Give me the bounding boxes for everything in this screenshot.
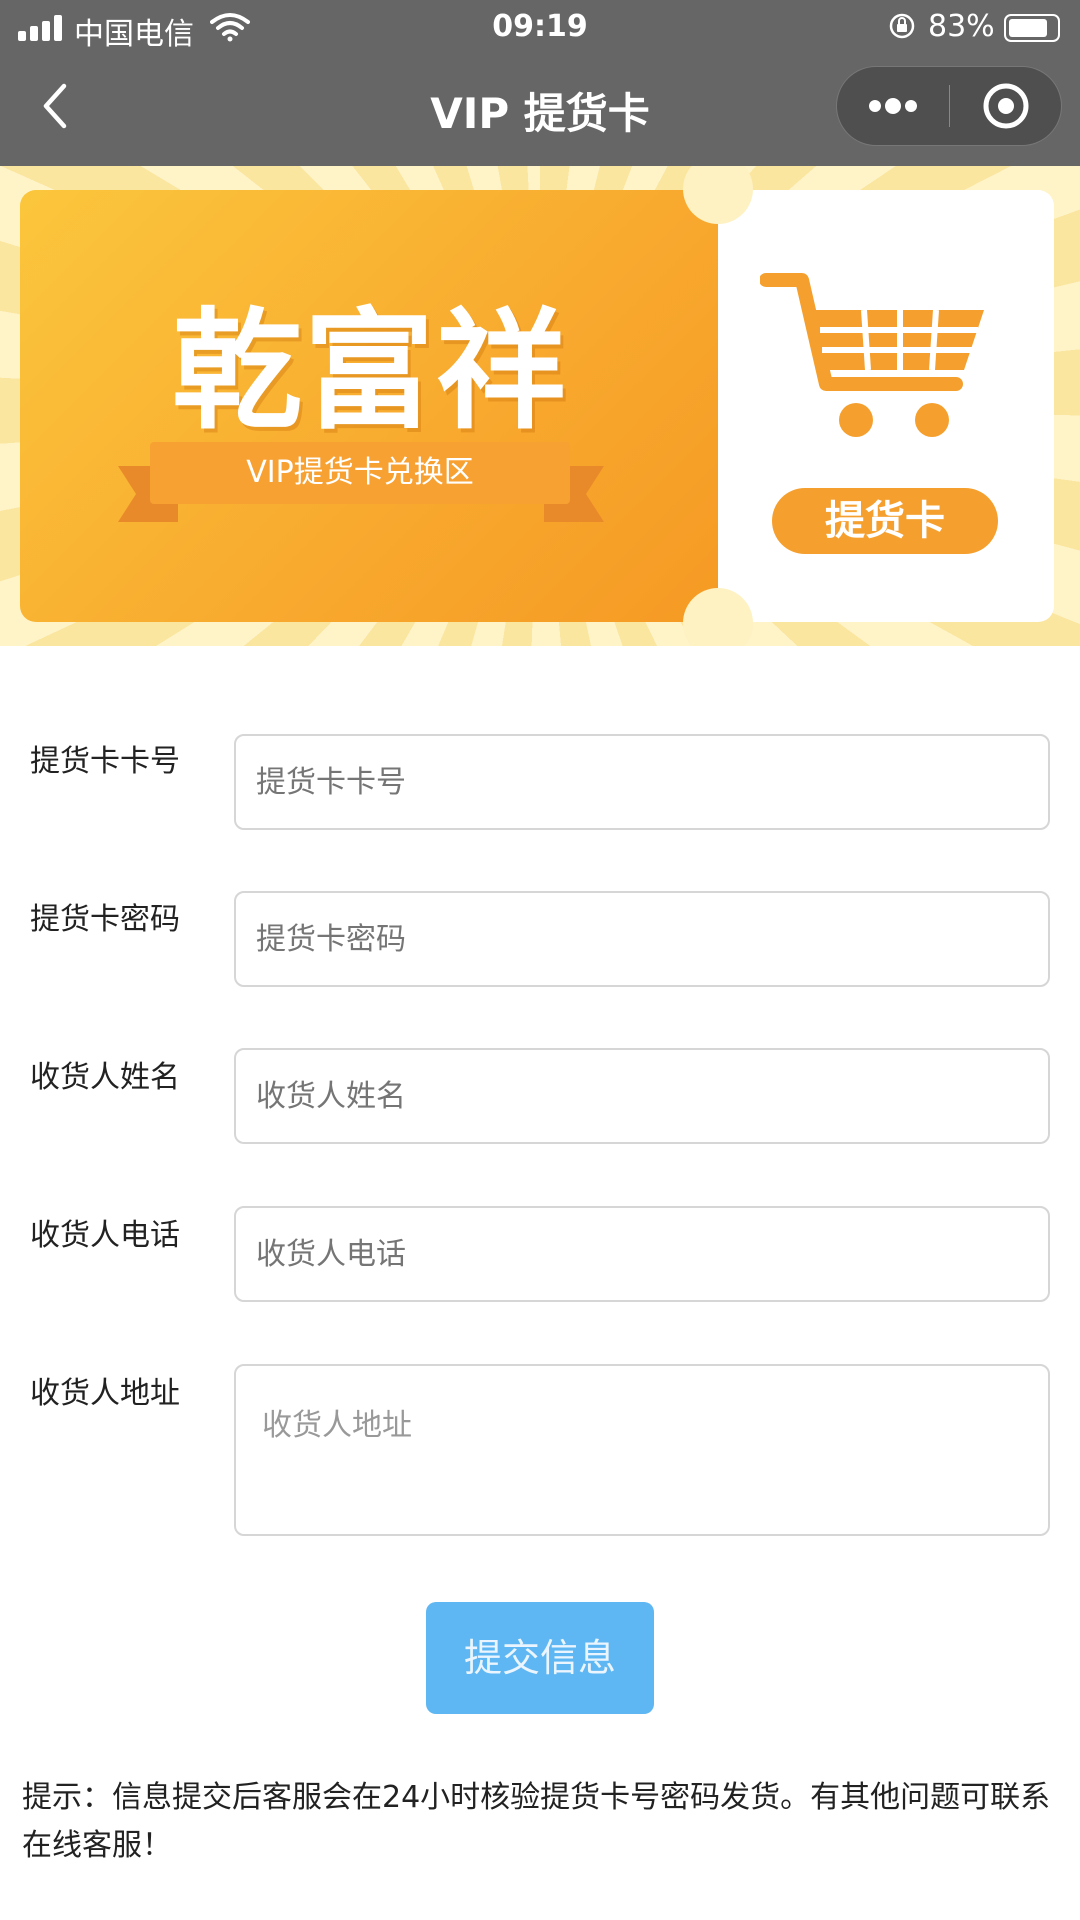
pickup-card-badge: 提货卡: [772, 488, 998, 554]
battery-percent: 83%: [928, 9, 995, 44]
card-number-label: 提货卡卡号: [30, 744, 180, 779]
receiver-address-label: 收货人地址: [30, 1376, 180, 1411]
banner-ribbon: VIP提货卡兑换区: [150, 442, 570, 504]
promo-banner: 乾富祥 VIP提货卡兑换区 提货卡: [0, 166, 1080, 646]
receiver-name-input[interactable]: [234, 1048, 1050, 1144]
brand-logo-text: 乾富祥: [171, 295, 568, 447]
receiver-address-textarea[interactable]: 收货人地址: [234, 1364, 1050, 1536]
battery-icon: [1004, 14, 1060, 42]
card-password-input[interactable]: [234, 891, 1050, 987]
lock-rotation-icon: [889, 13, 915, 39]
tip-text: 提示：信息提交后客服会在24小时核验提货卡号密码发货。有其他问题可联系在线客服！: [22, 1780, 1051, 1863]
miniprogram-capsule: [836, 66, 1062, 146]
cart-icon: [760, 273, 984, 437]
card-password-label: 提货卡密码: [30, 902, 180, 937]
receiver-phone-input[interactable]: [234, 1206, 1050, 1302]
more-icon[interactable]: [837, 67, 949, 145]
clock: 09:19: [492, 9, 588, 44]
top-bar: 中国电信 09:19 83% VIP 提货卡: [0, 0, 1080, 166]
card-number-input[interactable]: [234, 734, 1050, 830]
target-icon[interactable]: [950, 67, 1062, 145]
receiver-name-label: 收货人姓名: [30, 1060, 180, 1095]
submit-button[interactable]: 提交信息: [426, 1602, 654, 1714]
status-bar: 中国电信 09:19 83%: [0, 0, 1080, 56]
receiver-phone-label: 收货人电话: [30, 1218, 180, 1253]
receiver-address-placeholder: 收货人地址: [262, 1408, 412, 1443]
